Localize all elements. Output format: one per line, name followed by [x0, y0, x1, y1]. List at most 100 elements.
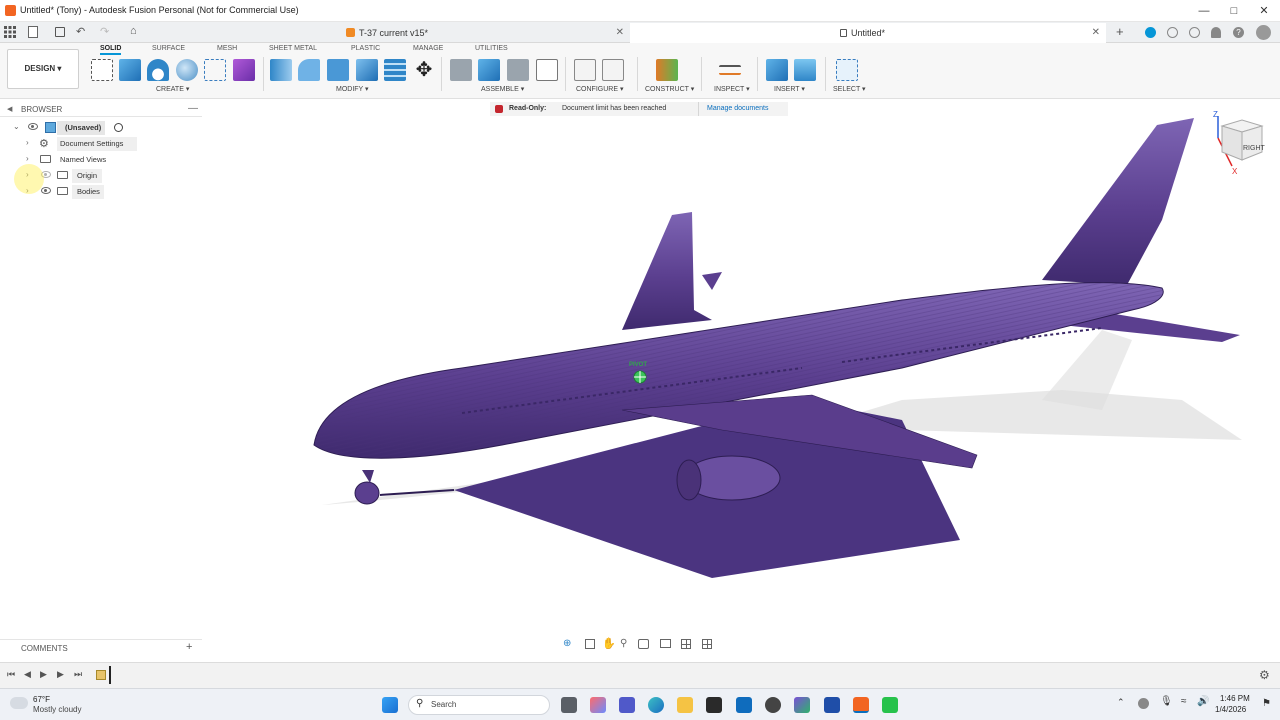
help-icon[interactable]: ?	[1233, 27, 1244, 38]
store-icon[interactable]	[706, 697, 722, 713]
insert-image-icon[interactable]	[794, 59, 816, 81]
redo-icon[interactable]: ↷	[100, 25, 109, 38]
extra-app-icon[interactable]	[882, 697, 898, 713]
close-tab-icon[interactable]: ✕	[616, 23, 624, 43]
move-copy-icon[interactable]: ✥	[413, 59, 435, 81]
visibility-eye-icon[interactable]	[41, 187, 51, 194]
viewcube[interactable]: Z X RIGHT	[1208, 108, 1270, 176]
start-button-icon[interactable]	[382, 697, 398, 713]
file-menu-icon[interactable]	[28, 26, 38, 38]
tab-untitled[interactable]: Untitled* ✕	[630, 23, 1106, 43]
extrude-icon[interactable]	[119, 59, 141, 81]
measure-icon[interactable]	[719, 65, 741, 75]
avatar[interactable]	[1256, 25, 1271, 40]
volume-icon[interactable]: 🔊	[1197, 696, 1209, 707]
home-icon[interactable]: ⌂	[130, 25, 137, 37]
edge-icon[interactable]	[648, 697, 664, 713]
joint-icon[interactable]	[478, 59, 500, 81]
weather-icon[interactable]	[10, 697, 28, 709]
job-status-icon[interactable]	[1167, 27, 1178, 38]
pan-icon[interactable]: ✋	[602, 637, 616, 650]
extensions-icon[interactable]	[1145, 27, 1156, 38]
visibility-eye-icon[interactable]	[28, 123, 38, 130]
online-status-icon[interactable]	[1189, 27, 1200, 38]
dell-icon[interactable]	[765, 697, 781, 713]
new-tab-icon[interactable]: +	[1116, 24, 1124, 39]
chamfer-icon[interactable]	[327, 59, 349, 81]
insert-derive-icon[interactable]	[766, 59, 788, 81]
canvas-viewport[interactable]: PIVOT	[202, 100, 1280, 656]
joint-origin-icon[interactable]	[536, 59, 558, 81]
app-icon[interactable]	[794, 697, 810, 713]
tray-app-icon[interactable]	[1138, 698, 1149, 709]
teams-icon[interactable]	[619, 697, 635, 713]
as-built-joint-icon[interactable]	[507, 59, 529, 81]
fusion-taskbar-icon[interactable]	[853, 697, 869, 713]
hole-icon[interactable]	[176, 59, 198, 81]
select-menu[interactable]: SELECT ▾	[833, 85, 866, 93]
maximize-button[interactable]: □	[1226, 3, 1242, 19]
fit-icon[interactable]	[638, 639, 649, 649]
timeline-feature-icon[interactable]	[96, 670, 106, 680]
save-icon[interactable]	[55, 27, 65, 37]
viewcube-face-label[interactable]: RIGHT	[1243, 145, 1266, 152]
app-grid-icon[interactable]	[4, 26, 16, 38]
timeline-marker[interactable]	[109, 666, 111, 684]
display-settings-icon[interactable]	[660, 639, 671, 648]
browser-item-document-settings[interactable]: › ⚙ Document Settings	[0, 136, 202, 152]
clock-date[interactable]: 1/4/2026	[1215, 705, 1246, 714]
window-select-icon[interactable]	[836, 59, 858, 81]
tab-utilities[interactable]: UTILITIES	[475, 45, 508, 52]
assemble-menu[interactable]: ASSEMBLE ▾	[481, 85, 524, 93]
viewports-icon[interactable]	[702, 639, 712, 649]
press-pull-icon[interactable]	[270, 59, 292, 81]
expand-chevron-icon[interactable]: ⌄	[13, 122, 20, 131]
grid-icon[interactable]	[681, 639, 691, 649]
construct-menu[interactable]: CONSTRUCT ▾	[645, 85, 694, 93]
insert-menu[interactable]: INSERT ▾	[774, 85, 805, 93]
tab-sheet-metal[interactable]: SHEET METAL	[269, 45, 317, 52]
microphone-icon[interactable]: 🎙	[1160, 696, 1173, 707]
step-back-icon[interactable]: ◀	[24, 669, 31, 680]
tab-t37-current[interactable]: T-37 current v15* ✕	[340, 23, 630, 43]
fillet-icon[interactable]	[298, 59, 320, 81]
browser-root[interactable]: ⌄ (Unsaved)	[0, 120, 202, 136]
airplane-model[interactable]: PIVOT	[202, 100, 1280, 656]
modify-menu[interactable]: MODIFY ▾	[336, 85, 369, 93]
expand-chevron-icon[interactable]: ›	[26, 154, 29, 163]
taskbar-search[interactable]: ⚲ Search	[408, 695, 550, 715]
create-menu[interactable]: CREATE ▾	[156, 85, 189, 93]
notification-bell-icon[interactable]: ⚑	[1262, 698, 1271, 709]
pattern-icon[interactable]	[204, 59, 226, 81]
new-component-icon[interactable]	[450, 59, 472, 81]
tray-chevron-icon[interactable]: ⌃	[1117, 697, 1125, 708]
task-view-icon[interactable]	[561, 697, 577, 713]
file-explorer-icon[interactable]	[677, 697, 693, 713]
notifications-icon[interactable]	[1211, 27, 1221, 38]
revolve-icon[interactable]	[147, 59, 169, 81]
browser-minimize-icon[interactable]: —	[188, 103, 198, 114]
outlook-icon[interactable]	[736, 697, 752, 713]
close-tab-icon[interactable]: ✕	[1092, 23, 1100, 43]
tab-plastic[interactable]: PLASTIC	[351, 45, 380, 52]
configure-menu[interactable]: CONFIGURE ▾	[576, 85, 623, 93]
configure-table-icon[interactable]	[574, 59, 596, 81]
play-icon[interactable]: ▶	[40, 669, 47, 680]
tab-mesh[interactable]: MESH	[217, 45, 237, 52]
orbit-icon[interactable]: ⊕	[563, 638, 571, 649]
zoom-icon[interactable]: ⚲	[620, 638, 627, 649]
tab-surface[interactable]: SURFACE	[152, 45, 185, 52]
wifi-icon[interactable]: ≈	[1181, 696, 1187, 707]
pivot-marker[interactable]	[633, 370, 647, 384]
close-window-button[interactable]: ✕	[1256, 3, 1272, 19]
tab-manage[interactable]: MANAGE	[413, 45, 443, 52]
create-sketch-icon[interactable]	[91, 59, 113, 81]
create-form-icon[interactable]	[233, 59, 255, 81]
tab-solid[interactable]: SOLID	[100, 45, 122, 55]
collapse-browser-icon[interactable]: ◀	[7, 105, 12, 113]
step-forward-icon[interactable]: ▶	[57, 669, 64, 680]
activate-radio-icon[interactable]	[114, 123, 123, 132]
look-at-icon[interactable]	[585, 639, 595, 649]
copilot-icon[interactable]	[590, 697, 606, 713]
workspace-switcher[interactable]: DESIGN ▾	[7, 49, 79, 89]
